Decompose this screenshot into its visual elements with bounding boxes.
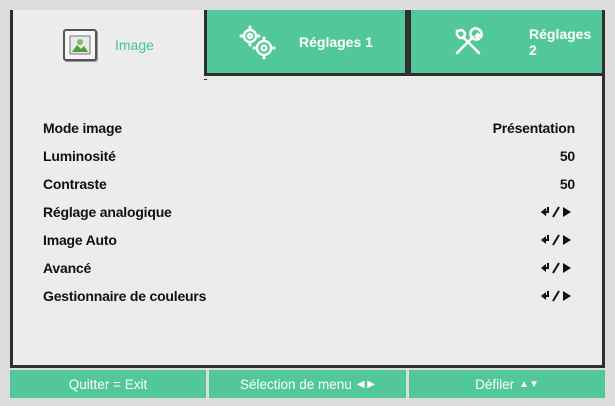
- setting-label: Luminosité: [43, 148, 116, 164]
- setting-label: Contraste: [43, 176, 107, 192]
- setting-value: 50: [559, 176, 575, 192]
- tab-reglages-1-label: Réglages 1: [299, 33, 373, 50]
- setting-image-auto[interactable]: Image Auto: [43, 226, 575, 254]
- menu-select-label: Sélection de menu: [240, 376, 352, 392]
- left-right-arrows-icon: ◀ ▶: [356, 378, 375, 390]
- setting-label: Avancé: [43, 260, 92, 276]
- setting-value: Présentation: [492, 120, 576, 136]
- gears-icon: [237, 24, 277, 60]
- setting-contraste[interactable]: Contraste 50: [43, 170, 575, 198]
- menu-select-hint[interactable]: Sélection de menu ◀ ▶: [209, 370, 406, 398]
- tab-image[interactable]: Image: [13, 10, 207, 80]
- tab-reglages-2-label: Réglages 2: [529, 25, 592, 58]
- setting-value: 50: [559, 148, 575, 164]
- enter-icon: [539, 261, 575, 275]
- scroll-label: Défiler: [475, 376, 515, 392]
- up-down-arrows-icon: ▲▼: [519, 378, 539, 390]
- enter-icon: [539, 205, 575, 219]
- setting-label: Image Auto: [43, 232, 117, 248]
- quit-button[interactable]: Quitter = Exit: [10, 370, 206, 398]
- enter-icon: [539, 233, 575, 247]
- setting-reglage-analogique[interactable]: Réglage analogique: [43, 198, 575, 226]
- setting-gestionnaire-couleurs[interactable]: Gestionnaire de couleurs: [43, 282, 575, 310]
- tools-icon: [451, 25, 487, 59]
- setting-label: Gestionnaire de couleurs: [43, 288, 207, 304]
- settings-list: Mode image Présentation Luminosité 50 Co…: [43, 114, 575, 310]
- setting-luminosite[interactable]: Luminosité 50: [43, 142, 575, 170]
- tab-reglages-1[interactable]: Réglages 1: [207, 10, 408, 76]
- footer-bar: Quitter = Exit Sélection de menu ◀ ▶ Déf…: [10, 370, 605, 398]
- setting-mode-image[interactable]: Mode image Présentation: [43, 114, 575, 142]
- setting-label: Réglage analogique: [43, 204, 172, 220]
- setting-label: Mode image: [43, 120, 122, 136]
- enter-icon: [539, 289, 575, 303]
- image-icon: [63, 29, 97, 61]
- tab-reglages-2[interactable]: Réglages 2: [408, 10, 605, 76]
- quit-label: Quitter = Exit: [68, 376, 148, 392]
- tab-image-label: Image: [115, 37, 154, 53]
- active-tab-merge: [13, 76, 207, 79]
- scroll-hint[interactable]: Défiler ▲▼: [409, 370, 605, 398]
- setting-avance[interactable]: Avancé: [43, 254, 575, 282]
